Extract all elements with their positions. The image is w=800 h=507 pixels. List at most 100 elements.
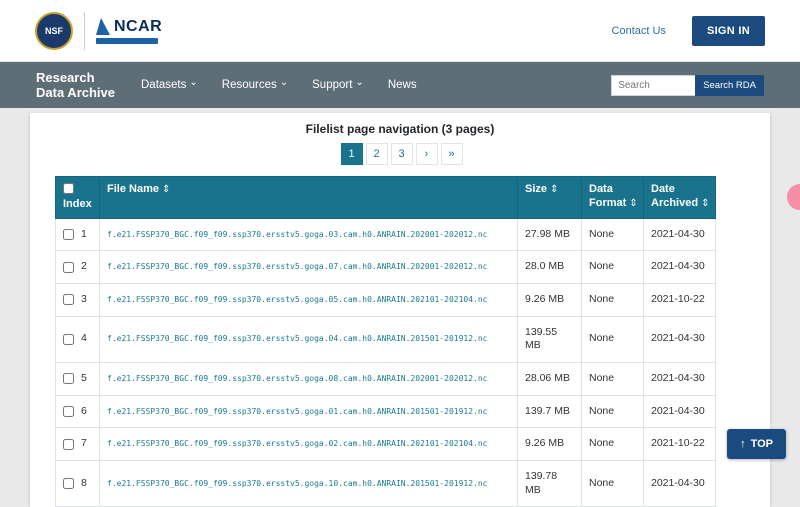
top-button-label: TOP [751, 438, 773, 450]
sort-icon: ⇕ [629, 198, 637, 209]
date-archived: 2021-10-22 [644, 428, 716, 461]
pagination-page-2[interactable]: 2 [366, 143, 388, 165]
row-index: 5 [81, 372, 87, 386]
pagination: 1 2 3 › » [30, 143, 770, 165]
file-size: 9.26 MB [518, 284, 582, 317]
header-date-archived[interactable]: Date Archived⇕ [644, 177, 716, 219]
nsf-logo[interactable]: NSF [35, 12, 73, 50]
nav-item-resources[interactable]: Resources ⌄ [222, 79, 288, 91]
file-size: 139.78 MB [518, 460, 582, 506]
pagination-last-button[interactable]: » [441, 143, 463, 165]
arrow-up-icon: ↑ [740, 438, 746, 450]
filelist-card: Filelist page navigation (3 pages) 1 2 3… [30, 113, 770, 507]
table-row: 6 f.e21.FSSP370_BGC.f09_f09.ssp370.ersst… [56, 395, 716, 428]
file-name-link[interactable]: f.e21.FSSP370_BGC.f09_f09.ssp370.ersstv5… [107, 407, 488, 416]
date-archived: 2021-04-30 [644, 362, 716, 395]
filelist-table: Index File Name⇕ Size⇕ Data Format⇕ Date… [55, 176, 716, 507]
pagination-next-button[interactable]: › [416, 143, 438, 165]
header-date-archived-label: Date Archived [651, 183, 698, 209]
date-archived: 2021-04-30 [644, 395, 716, 428]
row-checkbox[interactable] [63, 334, 74, 345]
table-header-row: Index File Name⇕ Size⇕ Data Format⇕ Date… [56, 177, 716, 219]
table-row: 5 f.e21.FSSP370_BGC.f09_f09.ssp370.ersst… [56, 362, 716, 395]
nav-item-label: Datasets [141, 79, 186, 91]
file-size: 9.26 MB [518, 428, 582, 461]
file-name-link[interactable]: f.e21.FSSP370_BGC.f09_f09.ssp370.ersstv5… [107, 262, 488, 271]
row-index: 2 [81, 260, 87, 274]
header-actions: Contact Us SIGN IN [612, 16, 765, 46]
row-index: 6 [81, 405, 87, 419]
data-format: None [582, 284, 644, 317]
filelist-pagination-title: Filelist page navigation (3 pages) [30, 122, 770, 136]
data-format: None [582, 251, 644, 284]
header-index-label: Index [63, 198, 92, 210]
file-name-link[interactable]: f.e21.FSSP370_BGC.f09_f09.ssp370.ersstv5… [107, 295, 488, 304]
nav-item-datasets[interactable]: Datasets ⌄ [141, 79, 198, 91]
header-data-format[interactable]: Data Format⇕ [582, 177, 644, 219]
search-input[interactable] [611, 75, 695, 96]
ncar-sail-icon [96, 18, 110, 35]
data-format: None [582, 316, 644, 362]
date-archived: 2021-04-30 [644, 460, 716, 506]
header-file-name[interactable]: File Name⇕ [100, 177, 518, 219]
date-archived: 2021-04-30 [644, 251, 716, 284]
sort-icon: ⇕ [162, 184, 170, 195]
contact-us-link[interactable]: Contact Us [612, 25, 666, 37]
chevron-down-icon: ⌄ [280, 78, 288, 88]
brand-title[interactable]: Research Data Archive [36, 70, 115, 101]
table-row: 7 f.e21.FSSP370_BGC.f09_f09.ssp370.ersst… [56, 428, 716, 461]
data-format: None [582, 362, 644, 395]
file-name-link[interactable]: f.e21.FSSP370_BGC.f09_f09.ssp370.ersstv5… [107, 439, 488, 448]
header-size[interactable]: Size⇕ [518, 177, 582, 219]
data-format: None [582, 460, 644, 506]
data-format: None [582, 395, 644, 428]
file-size: 139.7 MB [518, 395, 582, 428]
ncar-tagline-bar [96, 38, 158, 44]
file-name-link[interactable]: f.e21.FSSP370_BGC.f09_f09.ssp370.ersstv5… [107, 230, 488, 239]
date-archived: 2021-04-30 [644, 218, 716, 251]
table-row: 3 f.e21.FSSP370_BGC.f09_f09.ssp370.ersst… [56, 284, 716, 317]
row-index: 4 [81, 332, 87, 346]
search-rda-button[interactable]: Search RDA [695, 75, 764, 96]
row-checkbox[interactable] [63, 478, 74, 489]
feedback-widget[interactable] [787, 184, 800, 210]
row-checkbox[interactable] [63, 439, 74, 450]
date-archived: 2021-04-30 [644, 316, 716, 362]
file-name-link[interactable]: f.e21.FSSP370_BGC.f09_f09.ssp370.ersstv5… [107, 334, 488, 343]
nav-item-news[interactable]: News [388, 79, 417, 91]
row-checkbox[interactable] [63, 229, 74, 240]
primary-nav: Datasets ⌄ Resources ⌄ Support ⌄ News [141, 79, 417, 91]
file-name-link[interactable]: f.e21.FSSP370_BGC.f09_f09.ssp370.ersstv5… [107, 374, 488, 383]
brand-line-1: Research [36, 70, 115, 85]
nav-item-label: News [388, 79, 417, 91]
sort-icon: ⇕ [550, 184, 558, 195]
row-checkbox[interactable] [63, 373, 74, 384]
ncar-logo[interactable]: NCAR [96, 18, 162, 44]
pagination-page-3[interactable]: 3 [391, 143, 413, 165]
nav-item-label: Support [312, 79, 352, 91]
row-checkbox[interactable] [63, 406, 74, 417]
row-checkbox[interactable] [63, 294, 74, 305]
table-row: 8 f.e21.FSSP370_BGC.f09_f09.ssp370.ersst… [56, 460, 716, 506]
nsf-logo-text: NSF [45, 26, 63, 36]
brand-line-2: Data Archive [36, 85, 115, 100]
file-size: 28.06 MB [518, 362, 582, 395]
data-format: None [582, 428, 644, 461]
table-row: 1 f.e21.FSSP370_BGC.f09_f09.ssp370.ersst… [56, 218, 716, 251]
back-to-top-button[interactable]: ↑ TOP [727, 429, 786, 459]
pagination-page-1[interactable]: 1 [341, 143, 363, 165]
header-data-format-label: Data Format [589, 183, 626, 209]
select-all-checkbox[interactable] [63, 183, 74, 194]
file-size: 27.98 MB [518, 218, 582, 251]
file-size: 139.55 MB [518, 316, 582, 362]
row-checkbox[interactable] [63, 262, 74, 273]
sign-in-button[interactable]: SIGN IN [692, 16, 765, 46]
file-name-link[interactable]: f.e21.FSSP370_BGC.f09_f09.ssp370.ersstv5… [107, 479, 488, 488]
header-file-name-label: File Name [107, 183, 159, 195]
header-index: Index [56, 177, 100, 219]
nav-item-support[interactable]: Support ⌄ [312, 79, 364, 91]
data-format: None [582, 218, 644, 251]
chevron-down-icon: ⌄ [355, 78, 363, 88]
table-row: 2 f.e21.FSSP370_BGC.f09_f09.ssp370.ersst… [56, 251, 716, 284]
sort-icon: ⇕ [701, 198, 709, 209]
